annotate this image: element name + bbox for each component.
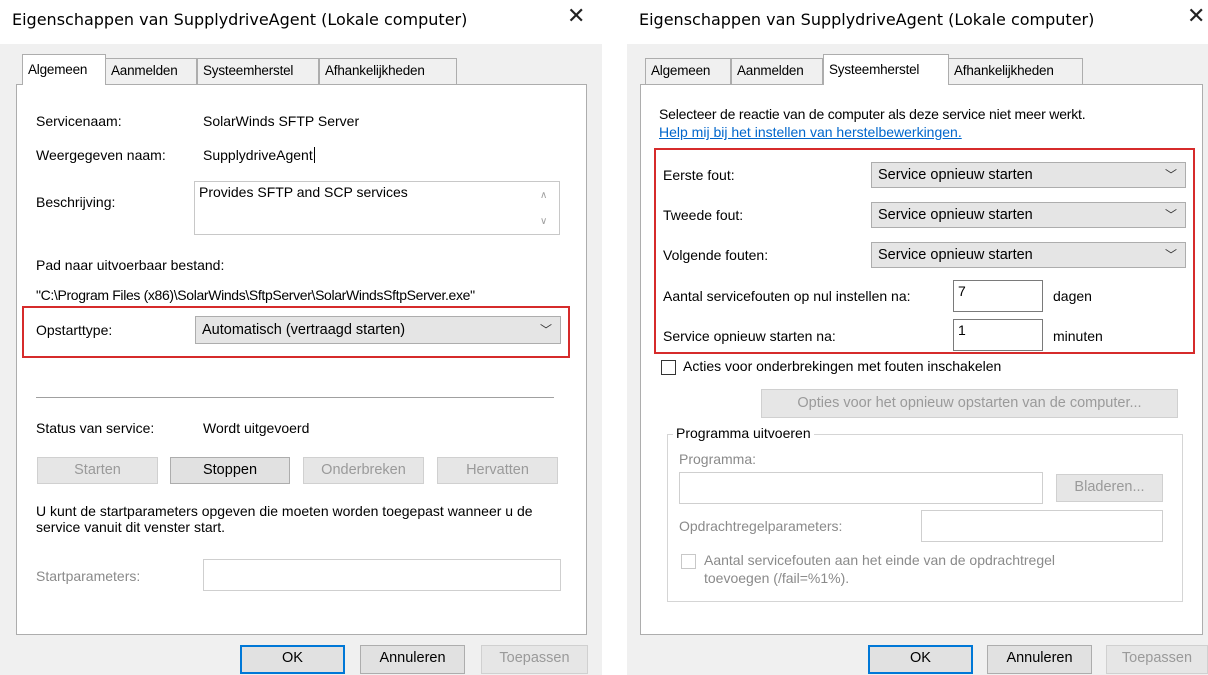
subsequent-failures-value: Service opnieuw starten (878, 247, 1033, 263)
status-label: Status van service: (36, 420, 155, 436)
restart-after-label: Service opnieuw starten na: (663, 328, 836, 344)
description-label: Beschrijving: (36, 194, 116, 210)
append-fail-checkbox[interactable] (681, 554, 696, 569)
chevron-down-icon: ﹀ (539, 323, 552, 337)
reset-count-input[interactable]: 7 (953, 280, 1043, 312)
second-failure-value: Service opnieuw starten (878, 207, 1033, 223)
program-input[interactable] (679, 472, 1043, 504)
tab-algemeen[interactable]: Algemeen (22, 54, 106, 85)
startup-type-label: Opstarttype: (36, 322, 113, 338)
description-textbox[interactable]: Provides SFTP and SCP services (194, 181, 560, 235)
run-program-group-label: Programma uitvoeren (673, 425, 814, 441)
apply-button[interactable]: Toepassen (1106, 645, 1208, 674)
description-text: Provides SFTP and SCP services (199, 184, 408, 200)
first-failure-value: Service opnieuw starten (878, 167, 1033, 183)
apply-button[interactable]: Toepassen (481, 645, 588, 674)
stop-button[interactable]: Stoppen (170, 457, 290, 484)
display-name-label: Weergegeven naam: (36, 147, 166, 163)
program-label: Programma: (679, 451, 757, 467)
tab-systeemherstel[interactable]: Systeemherstel (197, 58, 319, 84)
properties-dialog-recovery: Eigenschappen van SupplydriveAgent (Loka… (627, 0, 1208, 675)
restart-options-button[interactable]: Opties voor het opnieuw opstarten van de… (761, 389, 1178, 418)
dialog-title: Eigenschappen van SupplydriveAgent (Loka… (12, 10, 468, 29)
scroll-down-icon[interactable]: ∨ (540, 216, 547, 227)
startup-type-value: Automatisch (vertraagd starten) (202, 322, 406, 338)
startparams-help: U kunt de startparameters opgeven die mo… (36, 503, 533, 535)
separator (36, 397, 554, 398)
display-name-input[interactable]: SupplydriveAgent (203, 147, 315, 163)
reset-count-unit: dagen (1053, 288, 1092, 304)
status-value: Wordt uitgevoerd (203, 420, 310, 436)
resume-button[interactable]: Hervatten (437, 457, 558, 484)
first-failure-dropdown[interactable]: Service opnieuw starten ﹀ (871, 162, 1186, 188)
tab-afhankelijkheden[interactable]: Afhankelijkheden (319, 58, 457, 84)
subsequent-failures-dropdown[interactable]: Service opnieuw starten ﹀ (871, 242, 1186, 268)
chevron-down-icon: ﹀ (1164, 248, 1177, 262)
pause-button[interactable]: Onderbreken (303, 457, 424, 484)
scroll-up-icon[interactable]: ∧ (540, 190, 547, 201)
service-name-value: SolarWinds SFTP Server (203, 113, 360, 129)
cancel-button[interactable]: Annuleren (360, 645, 465, 674)
cmdline-label: Opdrachtregelparameters: (679, 518, 843, 534)
startparams-label: Startparameters: (36, 568, 141, 584)
enable-actions-label: Acties voor onderbrekingen met fouten in… (683, 358, 1002, 374)
path-value: "C:\Program Files (x86)\SolarWinds\SftpS… (36, 287, 475, 303)
tab-aanmelden[interactable]: Aanmelden (105, 58, 197, 84)
ok-button[interactable]: OK (240, 645, 345, 674)
reset-count-label: Aantal servicefouten op nul instellen na… (663, 288, 911, 304)
tab-systeemherstel[interactable]: Systeemherstel (823, 54, 949, 85)
tab-algemeen[interactable]: Algemeen (645, 58, 731, 84)
start-button[interactable]: Starten (37, 457, 158, 484)
tab-aanmelden[interactable]: Aanmelden (731, 58, 823, 84)
subsequent-failures-label: Volgende fouten: (663, 247, 769, 263)
chevron-down-icon: ﹀ (1164, 208, 1177, 222)
restart-after-input[interactable]: 1 (953, 319, 1043, 351)
close-icon[interactable]: ✕ (1187, 4, 1205, 28)
append-fail-label-2: toevoegen (/fail=%1%). (704, 570, 850, 586)
first-failure-label: Eerste fout: (663, 167, 735, 183)
general-panel (16, 84, 587, 635)
append-fail-label: Aantal servicefouten aan het einde van d… (704, 552, 1056, 568)
second-failure-label: Tweede fout: (663, 207, 744, 223)
recovery-intro: Selecteer de reactie van de computer als… (659, 106, 1086, 122)
browse-button[interactable]: Bladeren... (1056, 474, 1163, 502)
service-name-label: Servicenaam: (36, 113, 122, 129)
restart-after-unit: minuten (1053, 328, 1103, 344)
recovery-help-link[interactable]: Help mij bij het instellen van herstelbe… (659, 124, 962, 140)
startup-type-dropdown[interactable]: Automatisch (vertraagd starten) ﹀ (195, 316, 561, 344)
properties-dialog-general: Eigenschappen van SupplydriveAgent (Loka… (0, 0, 602, 675)
enable-actions-checkbox[interactable] (661, 360, 676, 375)
chevron-down-icon: ﹀ (1164, 168, 1177, 182)
cancel-button[interactable]: Annuleren (987, 645, 1092, 674)
cmdline-input[interactable] (921, 510, 1163, 542)
path-label: Pad naar uitvoerbaar bestand: (36, 257, 225, 273)
dialog-title: Eigenschappen van SupplydriveAgent (Loka… (639, 10, 1095, 29)
tab-afhankelijkheden[interactable]: Afhankelijkheden (948, 58, 1083, 84)
close-icon[interactable]: ✕ (567, 4, 585, 28)
startparams-input[interactable] (203, 559, 561, 591)
ok-button[interactable]: OK (868, 645, 973, 674)
second-failure-dropdown[interactable]: Service opnieuw starten ﹀ (871, 202, 1186, 228)
